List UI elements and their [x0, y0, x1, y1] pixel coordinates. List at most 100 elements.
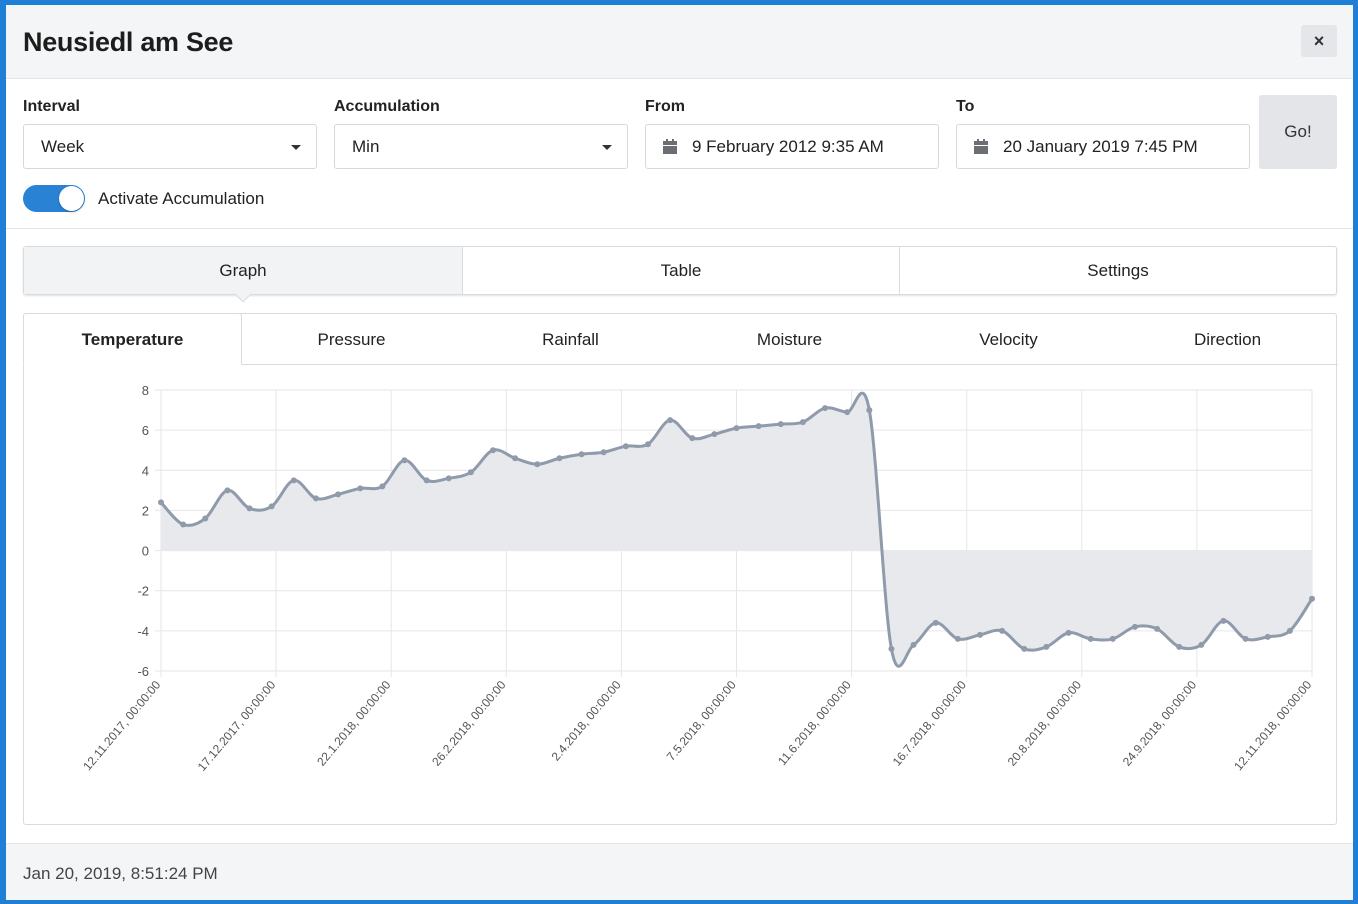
y-tick-labels: 8 6 4 2 0 -2 -4 -6 [137, 383, 149, 679]
data-point [844, 409, 851, 416]
station-modal: Neusiedl am See × Interval Week Accumula… [6, 5, 1353, 900]
data-point [1286, 627, 1293, 634]
tab-rainfall[interactable]: Rainfall [461, 314, 680, 364]
data-point [954, 635, 961, 642]
data-point [1131, 623, 1138, 630]
data-point [1176, 643, 1183, 650]
data-point [932, 619, 939, 626]
data-point [733, 425, 740, 432]
data-point [1065, 629, 1072, 636]
y-tick-label: -4 [137, 624, 149, 639]
data-point [622, 443, 629, 450]
data-point [1087, 635, 1094, 642]
temperature-chart: 8 6 4 2 0 -2 -4 -6 12.11.2017, 00:00:00 17.12.20… [80, 383, 1315, 774]
to-date-value: 20 January 2019 7:45 PM [1003, 137, 1198, 156]
accumulation-toggle[interactable] [23, 185, 85, 212]
data-point [644, 441, 651, 448]
x-tick-label: 20.8.2018, 00:00:00 [1005, 678, 1085, 769]
modal-header: Neusiedl am See × [6, 5, 1353, 79]
x-tick-label: 16.7.2018, 00:00:00 [890, 678, 970, 769]
x-tick-label: 17.12.2017, 00:00:00 [195, 678, 279, 774]
data-point [1109, 635, 1116, 642]
x-tick-label: 24.9.2018, 00:00:00 [1120, 678, 1200, 769]
data-point [534, 461, 541, 468]
to-date-input[interactable]: 20 January 2019 7:45 PM [956, 124, 1250, 169]
data-point [512, 455, 519, 462]
data-point [1043, 643, 1050, 650]
data-point [180, 521, 187, 528]
data-point [999, 627, 1006, 634]
data-point [335, 491, 342, 498]
x-tick-label: 11.6.2018, 00:00:00 [775, 678, 854, 768]
tab-temperature[interactable]: Temperature [23, 313, 242, 365]
accumulation-toggle-label: Activate Accumulation [98, 189, 265, 208]
data-point [158, 499, 164, 506]
y-tick-label: 4 [142, 463, 149, 478]
data-point [423, 477, 430, 484]
data-point [1154, 625, 1161, 632]
data-point [401, 457, 408, 464]
data-point [888, 645, 895, 652]
interval-label: Interval [23, 98, 80, 115]
from-label: From [645, 98, 685, 115]
y-tick-label: 0 [142, 544, 149, 559]
data-point [1264, 633, 1271, 640]
data-point [822, 405, 829, 412]
chevron-down-icon [602, 145, 612, 150]
y-tick-label: 2 [142, 503, 149, 518]
data-point [290, 477, 297, 484]
data-point [445, 475, 452, 482]
last-updated-timestamp: Jan 20, 2019, 8:51:24 PM [23, 864, 218, 883]
x-tick-label: 7.5.2018, 00:00:00 [664, 678, 739, 764]
divider [6, 228, 1353, 229]
calendar-icon [974, 139, 988, 154]
data-point [777, 421, 784, 428]
toggle-knob [59, 186, 84, 211]
tab-table[interactable]: Table [462, 247, 899, 294]
tab-moisture[interactable]: Moisture [680, 314, 899, 364]
chevron-down-icon [291, 145, 301, 150]
accumulation-value: Min [352, 137, 380, 156]
data-point [1242, 635, 1249, 642]
data-point [667, 417, 674, 424]
data-point [866, 407, 873, 414]
tab-direction[interactable]: Direction [1118, 314, 1337, 364]
data-point [1220, 617, 1227, 624]
x-tick-label: 12.11.2018, 00:00:00 [1231, 678, 1314, 773]
data-point [1198, 641, 1205, 648]
y-tick-label: -2 [137, 584, 149, 599]
view-tabs: Graph Table Settings [23, 246, 1337, 303]
to-label: To [956, 98, 975, 115]
tab-pressure[interactable]: Pressure [242, 314, 461, 364]
y-tick-label: -6 [137, 664, 149, 679]
go-button[interactable]: Go! [1259, 95, 1337, 169]
data-point [379, 483, 386, 490]
data-point [202, 515, 209, 522]
data-point [312, 495, 319, 502]
chart-panel: Temperature Pressure Rainfall Moisture V… [23, 313, 1338, 825]
data-point [490, 447, 497, 454]
data-point [600, 449, 607, 456]
tab-velocity[interactable]: Velocity [899, 314, 1118, 364]
data-point [357, 485, 364, 492]
x-tick-label: 22.1.2018, 00:00:00 [314, 678, 394, 769]
x-tick-label: 12.11.2017, 00:00:00 [80, 678, 163, 773]
tab-settings[interactable]: Settings [899, 247, 1336, 294]
x-tick-labels: 12.11.2017, 00:00:00 17.12.2017, 00:00:00… [80, 678, 1314, 774]
from-date-input[interactable]: 9 February 2012 9:35 AM [645, 124, 939, 169]
interval-select[interactable]: Week [23, 124, 317, 169]
data-point [711, 431, 718, 438]
y-tick-label: 8 [142, 383, 149, 398]
data-point [1309, 595, 1315, 602]
accumulation-select[interactable]: Min [334, 124, 628, 169]
data-point [910, 641, 917, 648]
modal-title: Neusiedl am See [23, 27, 234, 57]
y-tick-label: 6 [142, 423, 149, 438]
close-button[interactable]: × [1301, 25, 1337, 57]
data-point [268, 503, 275, 510]
x-tick-label: 2.4.2018, 00:00:00 [549, 678, 624, 764]
data-point [799, 419, 806, 426]
data-point [578, 451, 585, 458]
accumulation-label: Accumulation [334, 98, 440, 115]
data-point [755, 423, 762, 430]
